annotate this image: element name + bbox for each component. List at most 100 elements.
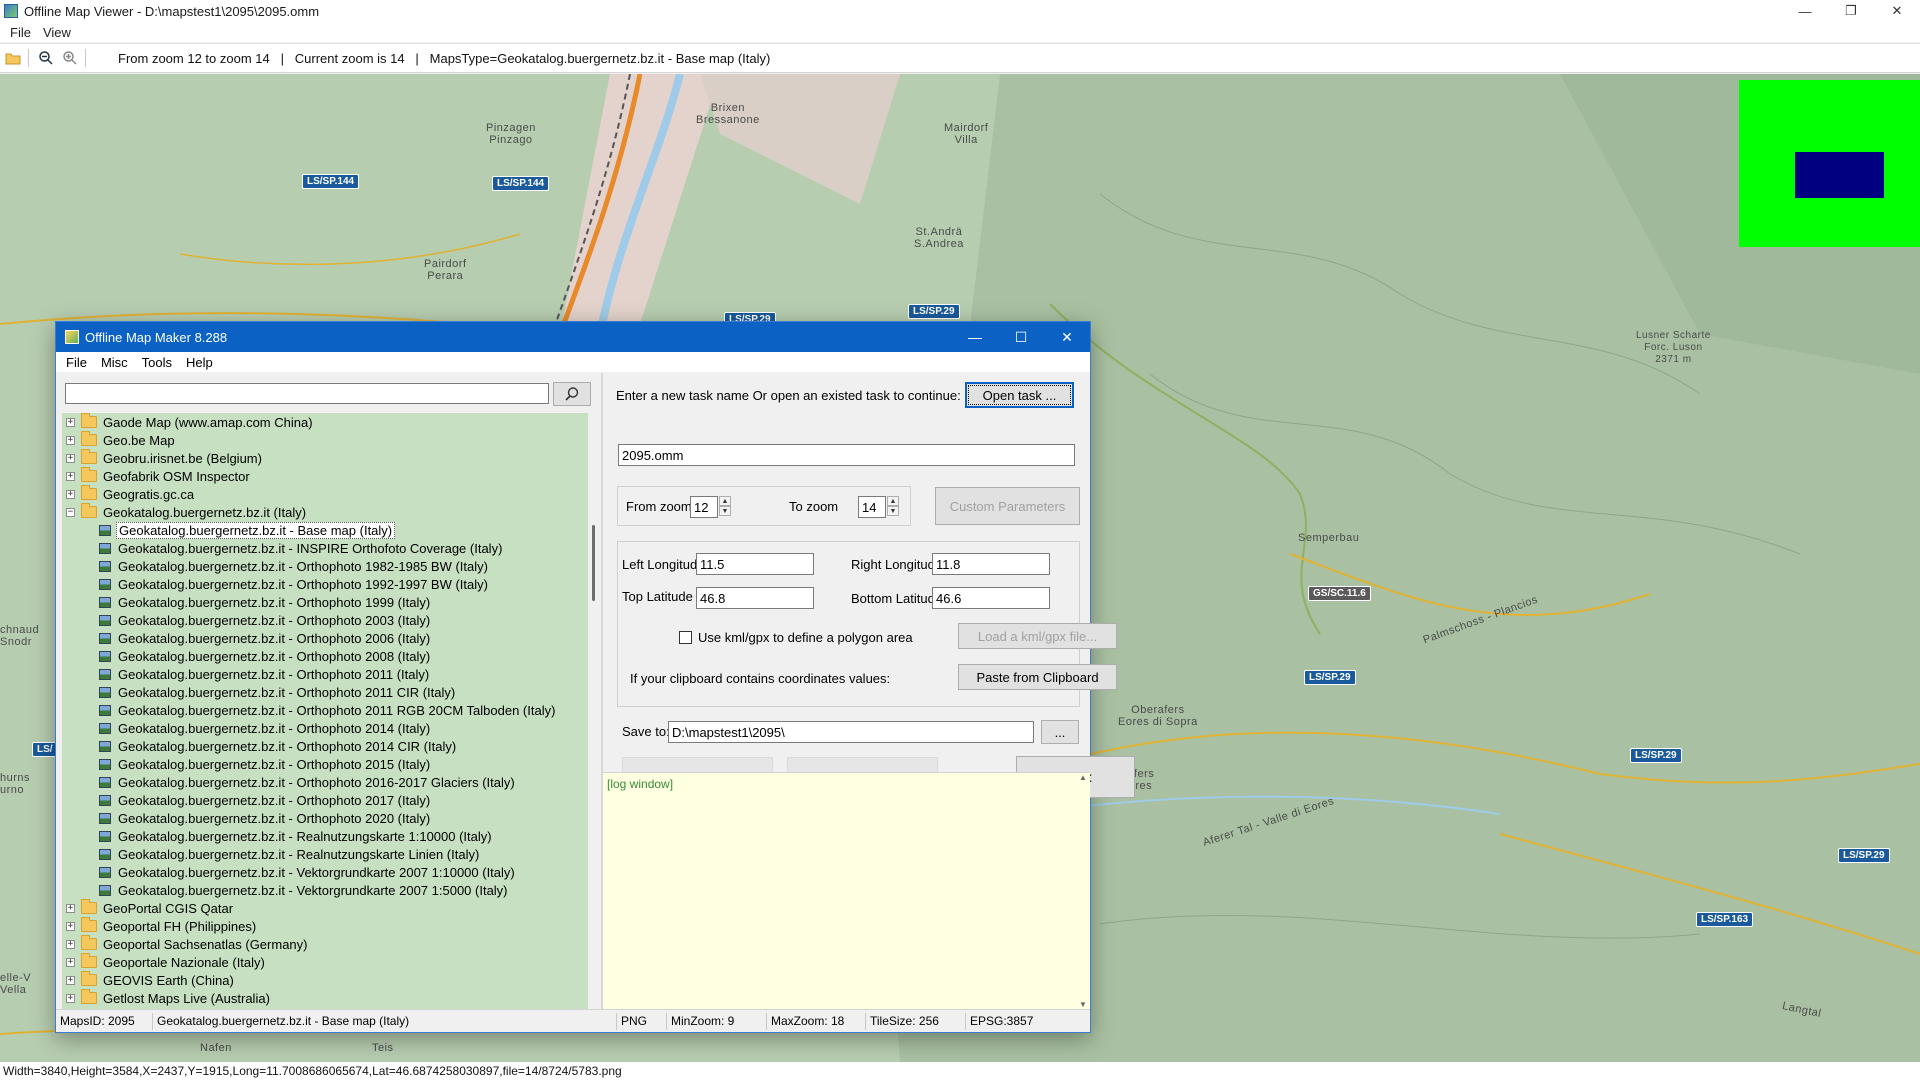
- app-icon: [4, 4, 18, 18]
- road-shield: GS/SC.11.6: [1308, 586, 1371, 601]
- expand-icon[interactable]: +: [66, 957, 75, 967]
- tree-map-item[interactable]: Geokatalog.buergernetz.bz.it - Orthophot…: [62, 773, 588, 791]
- browse-button[interactable]: ...: [1041, 720, 1079, 744]
- tree-map-item[interactable]: Geokatalog.buergernetz.bz.it - Realnutzu…: [62, 827, 588, 845]
- tree-map-label: Geokatalog.buergernetz.bz.it - Orthophot…: [118, 774, 515, 790]
- scroll-up-icon[interactable]: ▲: [1076, 773, 1090, 782]
- tree-map-item[interactable]: Geokatalog.buergernetz.bz.it - Orthophot…: [62, 629, 588, 647]
- top-latitude-input[interactable]: [696, 587, 814, 609]
- use-kml-checkbox[interactable]: [679, 631, 692, 644]
- spin-down-icon[interactable]: ▼: [887, 506, 899, 516]
- tree-map-item[interactable]: Geokatalog.buergernetz.bz.it - Realnutzu…: [62, 845, 588, 863]
- tree-map-item[interactable]: Geokatalog.buergernetz.bz.it - Orthophot…: [62, 809, 588, 827]
- close-icon[interactable]: ✕: [1044, 322, 1090, 352]
- log-scrollbar[interactable]: ▲ ▼: [1076, 773, 1090, 1009]
- map-icon: [99, 866, 111, 878]
- tree-map-item[interactable]: Geokatalog.buergernetz.bz.it - Orthophot…: [62, 701, 588, 719]
- save-to-input[interactable]: [668, 721, 1034, 743]
- tree-folder[interactable]: − Geokatalog.buergernetz.bz.it (Italy): [62, 503, 588, 521]
- scrollbar-thumb[interactable]: [592, 525, 595, 601]
- tree-map-item[interactable]: Geokatalog.buergernetz.bz.it - Orthophot…: [62, 719, 588, 737]
- zoom-in-icon[interactable]: [59, 47, 81, 69]
- tree-folder[interactable]: + GEOVIS Earth (China): [62, 971, 588, 989]
- paste-from-clipboard-button[interactable]: Paste from Clipboard: [958, 664, 1117, 690]
- spin-up-icon[interactable]: ▲: [719, 496, 731, 506]
- tree-folder[interactable]: + Gaode Map (www.amap.com China): [62, 413, 588, 431]
- tree-map-item[interactable]: Geokatalog.buergernetz.bz.it - Orthophot…: [62, 791, 588, 809]
- expand-icon[interactable]: +: [66, 939, 75, 949]
- load-kml-button[interactable]: Load a kml/gpx file...: [958, 623, 1117, 649]
- tree-map-item[interactable]: Geokatalog.buergernetz.bz.it - INSPIRE O…: [62, 539, 588, 557]
- menu-file[interactable]: File: [59, 355, 94, 370]
- tree-folder[interactable]: + GeoPortal CGIS Qatar: [62, 899, 588, 917]
- tree-folder-label: Gaode Map (www.amap.com China): [103, 414, 313, 430]
- right-longitude-input[interactable]: [932, 553, 1050, 575]
- minimap[interactable]: [1739, 80, 1920, 247]
- from-zoom-input[interactable]: [690, 496, 718, 518]
- road-shield: LS/SP.144: [492, 176, 550, 191]
- search-button[interactable]: [553, 382, 591, 406]
- zoom-out-icon[interactable]: [35, 47, 57, 69]
- status-min-zoom: MinZoom: 9: [667, 1012, 767, 1030]
- expand-icon[interactable]: +: [66, 975, 75, 985]
- expand-icon[interactable]: +: [66, 435, 75, 445]
- maximize-icon[interactable]: ☐: [998, 322, 1044, 352]
- expand-icon[interactable]: +: [66, 453, 75, 463]
- log-window[interactable]: [log window] ▲ ▼: [603, 772, 1090, 1009]
- scroll-down-icon[interactable]: ▼: [1076, 1000, 1090, 1009]
- expand-icon[interactable]: +: [66, 417, 75, 427]
- dialog-title-bar[interactable]: Offline Map Maker 8.288 — ☐ ✕: [56, 322, 1090, 352]
- minimap-viewport[interactable]: [1795, 152, 1884, 198]
- menu-view[interactable]: View: [37, 25, 77, 40]
- expand-icon[interactable]: +: [66, 921, 75, 931]
- tree-folder[interactable]: + Getlost Maps Live (Australia): [62, 989, 588, 1007]
- task-name-input[interactable]: [618, 444, 1075, 466]
- expand-icon[interactable]: +: [66, 471, 75, 481]
- open-folder-icon[interactable]: [2, 47, 24, 69]
- from-zoom-spinner[interactable]: ▲ ▼: [719, 496, 731, 516]
- to-zoom-spinner[interactable]: ▲ ▼: [887, 496, 899, 516]
- tree-map-item[interactable]: Geokatalog.buergernetz.bz.it - Orthophot…: [62, 683, 588, 701]
- tree-folder[interactable]: + Geoportal FH (Philippines): [62, 917, 588, 935]
- open-task-button[interactable]: Open task ...: [965, 382, 1074, 408]
- tree-scrollbar[interactable]: [589, 413, 599, 1009]
- tree-map-item[interactable]: Geokatalog.buergernetz.bz.it - Orthophot…: [62, 737, 588, 755]
- menu-file[interactable]: File: [4, 25, 37, 40]
- tree-map-item[interactable]: Geokatalog.buergernetz.bz.it - Orthophot…: [62, 665, 588, 683]
- menu-help[interactable]: Help: [179, 355, 220, 370]
- tree-folder[interactable]: + Geo.be Map: [62, 431, 588, 449]
- expand-icon[interactable]: +: [66, 993, 75, 1003]
- bottom-latitude-input[interactable]: [932, 587, 1050, 609]
- tree-folder[interactable]: + Geogratis.gc.ca: [62, 485, 588, 503]
- search-input[interactable]: [65, 383, 549, 404]
- tree-map-item[interactable]: Geokatalog.buergernetz.bz.it - Orthophot…: [62, 557, 588, 575]
- viewer-toolbar: From zoom 12 to zoom 14 | Current zoom i…: [0, 43, 1920, 73]
- menu-tools[interactable]: Tools: [135, 355, 179, 370]
- maps-tree[interactable]: + Gaode Map (www.amap.com China) + Geo.be M…: [62, 413, 588, 1009]
- tree-map-item[interactable]: Geokatalog.buergernetz.bz.it - Orthophot…: [62, 755, 588, 773]
- expand-icon[interactable]: +: [66, 903, 75, 913]
- left-longitude-input[interactable]: [696, 553, 814, 575]
- minimize-icon[interactable]: —: [952, 322, 998, 352]
- tree-folder[interactable]: + Geofabrik OSM Inspector: [62, 467, 588, 485]
- tree-map-item[interactable]: Geokatalog.buergernetz.bz.it - Orthophot…: [62, 575, 588, 593]
- spin-up-icon[interactable]: ▲: [887, 496, 899, 506]
- custom-parameters-button[interactable]: Custom Parameters: [935, 487, 1080, 525]
- tree-map-item[interactable]: Geokatalog.buergernetz.bz.it - Base map …: [62, 521, 588, 539]
- tree-folder[interactable]: + Geobru.irisnet.be (Belgium): [62, 449, 588, 467]
- tree-folder[interactable]: + Geoportal Sachsenatlas (Germany): [62, 935, 588, 953]
- collapse-icon[interactable]: −: [66, 507, 75, 517]
- to-zoom-input[interactable]: [858, 496, 886, 518]
- restore-icon[interactable]: ❐: [1828, 0, 1874, 22]
- tree-map-item[interactable]: Geokatalog.buergernetz.bz.it - Orthophot…: [62, 611, 588, 629]
- tree-folder[interactable]: + Geoportale Nazionale (Italy): [62, 953, 588, 971]
- expand-icon[interactable]: +: [66, 489, 75, 499]
- spin-down-icon[interactable]: ▼: [719, 506, 731, 516]
- tree-map-item[interactable]: Geokatalog.buergernetz.bz.it - Vektorgru…: [62, 863, 588, 881]
- tree-map-item[interactable]: Geokatalog.buergernetz.bz.it - Vektorgru…: [62, 881, 588, 899]
- tree-map-item[interactable]: Geokatalog.buergernetz.bz.it - Orthophot…: [62, 593, 588, 611]
- close-icon[interactable]: ✕: [1874, 0, 1920, 22]
- menu-misc[interactable]: Misc: [94, 355, 135, 370]
- minimize-icon[interactable]: —: [1782, 0, 1828, 22]
- tree-map-item[interactable]: Geokatalog.buergernetz.bz.it - Orthophot…: [62, 647, 588, 665]
